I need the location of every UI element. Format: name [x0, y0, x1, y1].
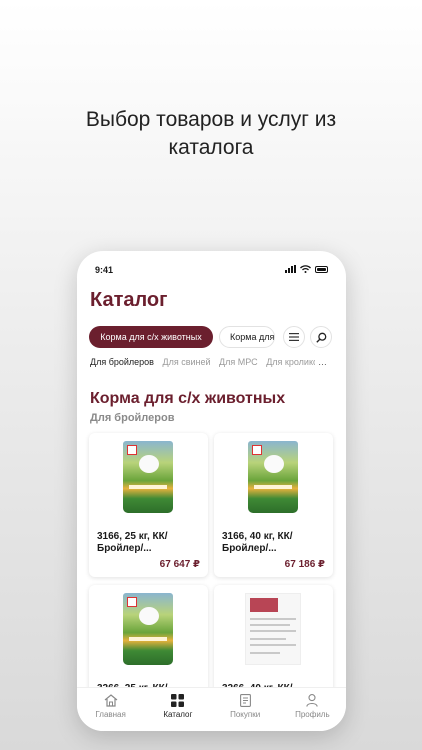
bottom-tab-bar: Главная Каталог Покупки Профиль — [77, 687, 346, 731]
status-time: 9:41 — [95, 265, 114, 275]
user-icon — [306, 694, 319, 707]
category-chips: Корма для с/х животных Корма для — [89, 326, 334, 348]
tab-catalog-label: Каталог — [163, 710, 193, 719]
product-card[interactable]: 3266, 40 кг, КК/ — [214, 585, 333, 695]
subtab-small-cattle[interactable]: Для МРС — [219, 357, 258, 367]
subtab-broilers[interactable]: Для бройлеров — [90, 357, 154, 367]
phone-frame: 9:41 Каталог Корма для с/х животных Корм… — [77, 251, 346, 731]
product-card[interactable]: 3266, 25 кг, КК/ — [89, 585, 208, 695]
signal-icon — [285, 265, 296, 273]
grid-icon — [171, 694, 185, 707]
home-icon — [104, 694, 118, 707]
wifi-icon — [300, 265, 311, 273]
more-icon[interactable]: … — [315, 357, 327, 367]
subtab-pigs[interactable]: Для свиней — [162, 357, 210, 367]
section-subtitle: Для бройлеров — [90, 412, 175, 424]
section-title: Корма для с/х животных — [90, 390, 286, 407]
tab-home[interactable]: Главная — [77, 688, 144, 731]
status-bar: 9:41 — [95, 265, 328, 279]
tab-purchases-label: Покупки — [230, 710, 261, 719]
receipt-icon — [239, 694, 251, 707]
product-image — [123, 593, 173, 665]
tab-profile-label: Профиль — [295, 710, 330, 719]
menu-button[interactable] — [283, 326, 305, 348]
tab-profile[interactable]: Профиль — [279, 688, 346, 731]
battery-icon — [315, 265, 328, 273]
search-button[interactable] — [310, 326, 332, 348]
product-image — [245, 593, 301, 665]
product-name: 3166, 40 кг, КК/ Бройлер/... — [222, 531, 293, 554]
page-title: Каталог — [90, 289, 168, 311]
product-card[interactable]: 3166, 25 кг, КК/ Бройлер/... 67 647 ₽ — [89, 433, 208, 577]
product-card[interactable]: 3166, 40 кг, КК/ Бройлер/... 67 186 ₽ — [214, 433, 333, 577]
product-name: 3166, 25 кг, КК/ Бройлер/... — [97, 531, 168, 554]
search-icon — [315, 332, 326, 343]
menu-icon — [289, 333, 299, 341]
product-image — [248, 441, 298, 513]
subcategory-tabs: Для бройлеров Для свиней Для МРС Для кро… — [90, 357, 333, 371]
tab-home-label: Главная — [95, 710, 126, 719]
product-price: 67 647 ₽ — [159, 559, 200, 570]
promo-line-1: Выбор товаров и услуг из — [85, 108, 337, 131]
chip-farm-animal-feed[interactable]: Корма для с/х животных — [89, 326, 213, 348]
chip-feed-second[interactable]: Корма для — [219, 326, 275, 348]
tab-purchases[interactable]: Покупки — [212, 688, 279, 731]
promo-caption: Выбор товаров и услуг из каталога — [0, 106, 422, 162]
product-price: 67 186 ₽ — [284, 559, 325, 570]
tab-catalog[interactable]: Каталог — [144, 688, 211, 731]
status-icons — [285, 265, 328, 273]
promo-line-2: каталога — [168, 136, 254, 159]
product-image — [123, 441, 173, 513]
